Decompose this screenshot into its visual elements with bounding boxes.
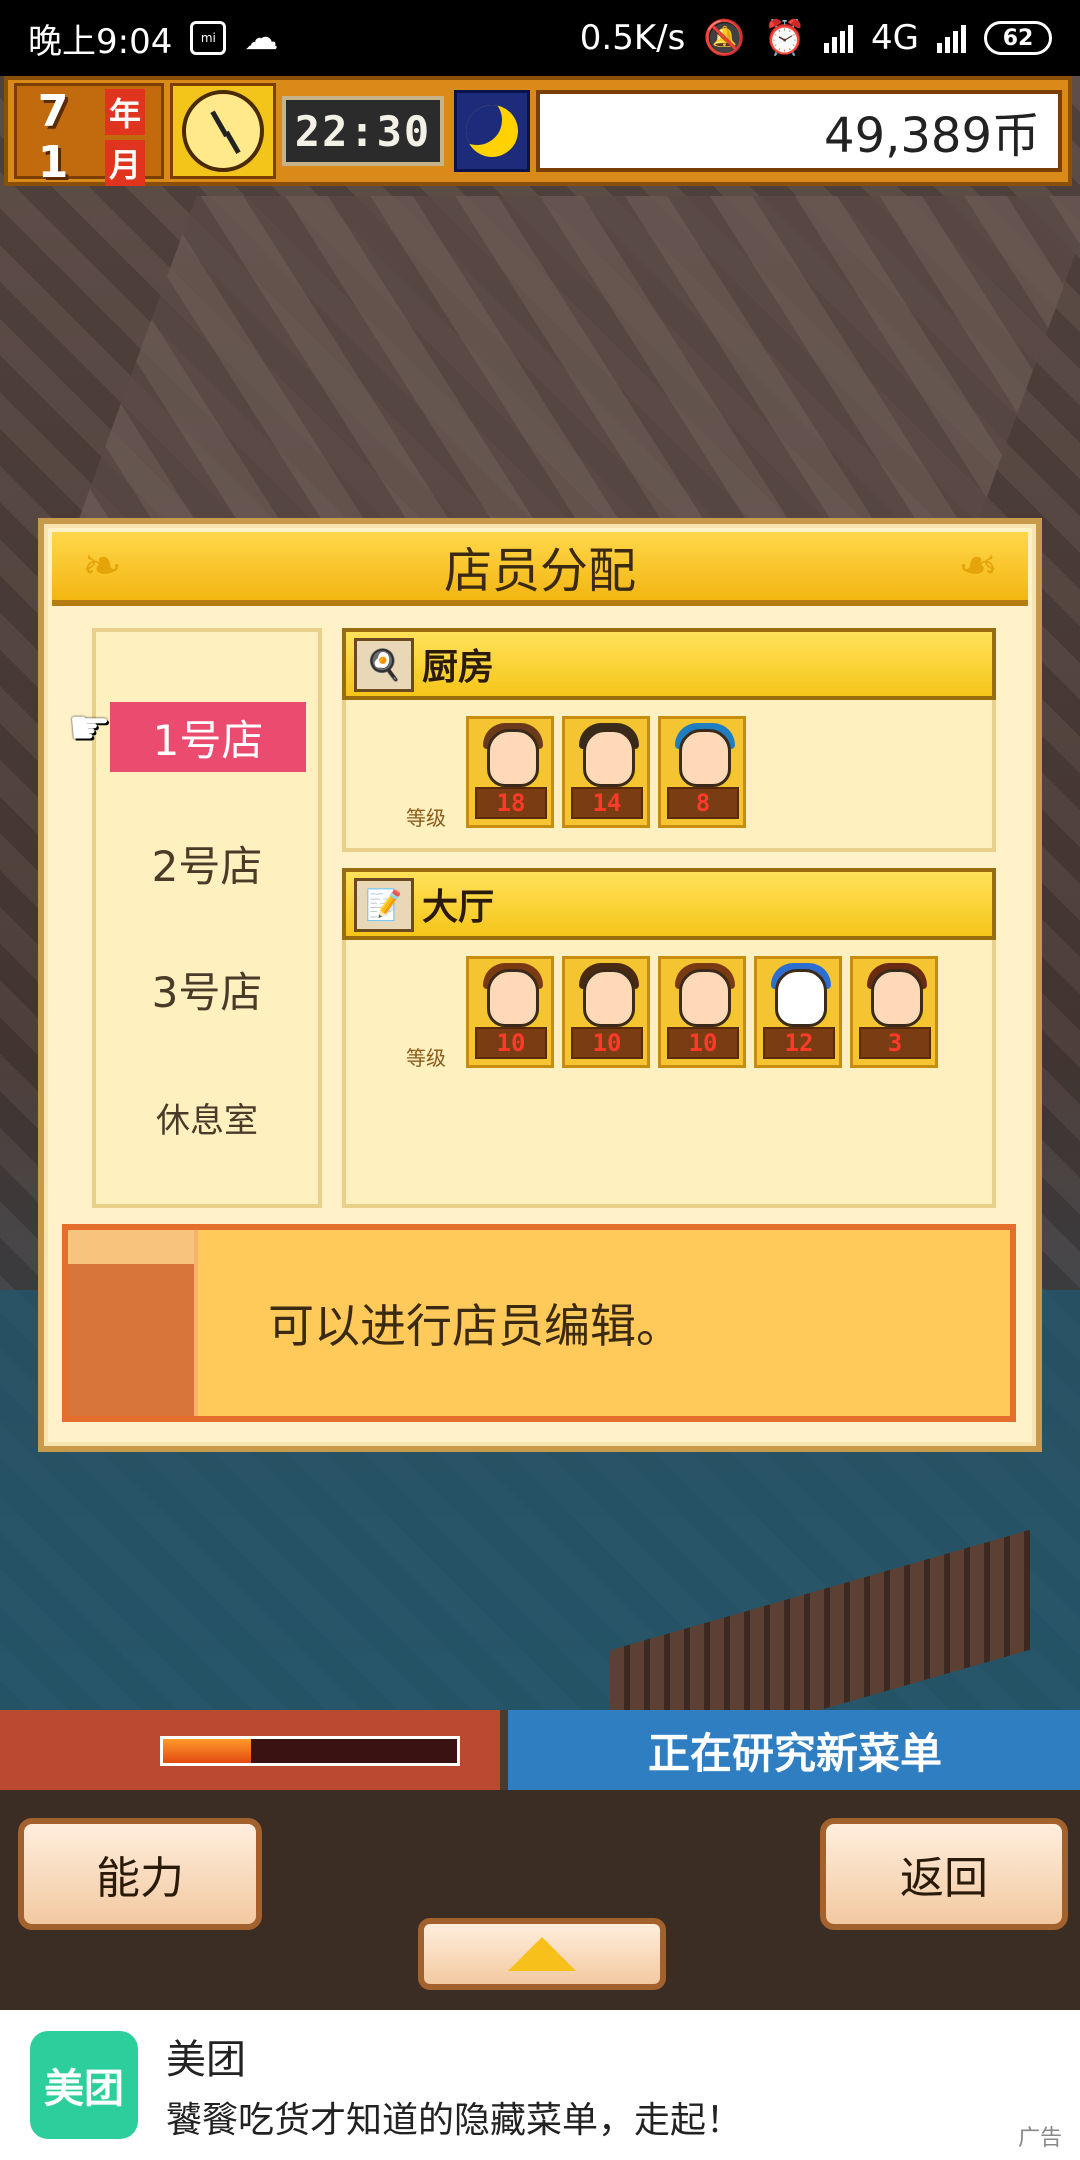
research-text: 正在研究新菜单 [648,1728,943,1778]
staff-level: 10 [571,1027,643,1059]
kitchen-title: 厨房 [422,647,495,688]
status-bar: 晚上9:04 mi ☁ 0.5K/s 🔕 ⏰ 4G 62 [0,0,1080,76]
month-number: 1 [37,137,69,188]
research-banner[interactable]: 正在研究新菜单 [508,1710,1080,1790]
staff-level: 12 [763,1027,835,1059]
info-strip: 正在研究新菜单 [0,1710,1080,1790]
kitchen-header: 🍳 厨房 [342,628,996,700]
staff-card[interactable]: 18 [466,716,554,828]
staff-level: 10 [475,1027,547,1059]
month-unit: 月 [104,139,145,186]
hall-header: 📝 大厅 [342,868,996,940]
mute-icon: 🔕 [703,18,746,58]
staff-card[interactable]: 14 [562,716,650,828]
progress-bar [160,1736,460,1766]
date-display: 7 年 1 月 [14,83,164,188]
hall-section: 📝 大厅 等级 10 10 10 12 3 [342,868,996,1208]
store-list: ☛ 1号店 2号店 3号店 休息室 [68,628,322,1208]
year-number: 7 [37,86,69,137]
staff-level: 10 [667,1027,739,1059]
kitchen-section: 🍳 厨房 等级 18 14 8 [342,628,996,852]
message-text: 可以进行店员编辑。 [268,1299,682,1353]
message-portrait [68,1230,198,1416]
moon-icon [454,90,530,172]
staff-level: 14 [571,787,643,819]
staff-card[interactable]: 12 [754,956,842,1068]
staff-card[interactable]: 10 [466,956,554,1068]
ad-subtitle: 饕餮吃货才知道的隐藏菜单，走起！ [166,2100,743,2141]
clock-icon [170,83,276,179]
ability-button[interactable]: 能力 [18,1818,262,1930]
kitchen-icon: 🍳 [354,638,414,692]
dialog-title: 店员分配 [52,532,1028,606]
alarm-icon: ⏰ [763,18,807,58]
ad-banner[interactable]: 美团 美团 饕餮吃货才知道的隐藏菜单，走起！ 广告 [0,2010,1080,2160]
ad-title: 美团 [166,2037,246,2083]
signal-icon [824,23,854,53]
kitchen-staff-row: 18 14 8 [466,716,746,828]
ad-tag: 广告 [1017,2126,1062,2151]
progress-panel [0,1710,500,1790]
game-time: 22:30 [282,96,444,166]
hall-title: 大厅 [422,887,495,928]
staff-card[interactable]: 10 [658,956,746,1068]
staff-card[interactable]: 10 [562,956,650,1068]
up-arrow-icon [508,1937,576,1971]
staff-level: 8 [667,787,739,819]
expand-up-button[interactable] [418,1918,666,1990]
status-time: 晚上9:04 [28,21,173,62]
staff-card[interactable]: 8 [658,716,746,828]
store-item-1[interactable]: 1号店 [110,702,306,772]
staff-card[interactable]: 3 [850,956,938,1068]
store-item-break-room[interactable]: 休息室 [96,1082,318,1152]
battery-icon: 62 [984,21,1052,55]
hall-staff-row: 10 10 10 12 3 [466,956,938,1068]
back-button[interactable]: 返回 [820,1818,1068,1930]
notepad-icon: 📝 [354,878,414,932]
control-bar: 能力 返回 [0,1790,1080,2012]
staff-assignment-dialog: 店员分配 ☛ 1号店 2号店 3号店 休息室 🍳 厨房 等级 18 14 8 [38,518,1042,1452]
network-type: 4G [871,18,919,58]
kitchen-level-label: 等级 [406,806,446,830]
top-hud: 7 年 1 月 22:30 49,389币 [4,76,1072,188]
store-item-2[interactable]: 2号店 [96,828,318,898]
message-box: 可以进行店员编辑。 [62,1224,1016,1422]
cloud-icon: ☁ [244,18,279,58]
money-display: 49,389币 [536,90,1062,172]
staff-level: 3 [859,1027,931,1059]
year-unit: 年 [104,88,145,135]
meituan-logo: 美团 [30,2031,138,2139]
mi-icon: mi [190,18,227,58]
signal-icon-2 [937,23,966,53]
staff-level: 18 [475,787,547,819]
hall-level-label: 等级 [406,1046,446,1070]
network-speed: 0.5K/s [579,18,686,58]
store-item-3[interactable]: 3号店 [96,954,318,1024]
